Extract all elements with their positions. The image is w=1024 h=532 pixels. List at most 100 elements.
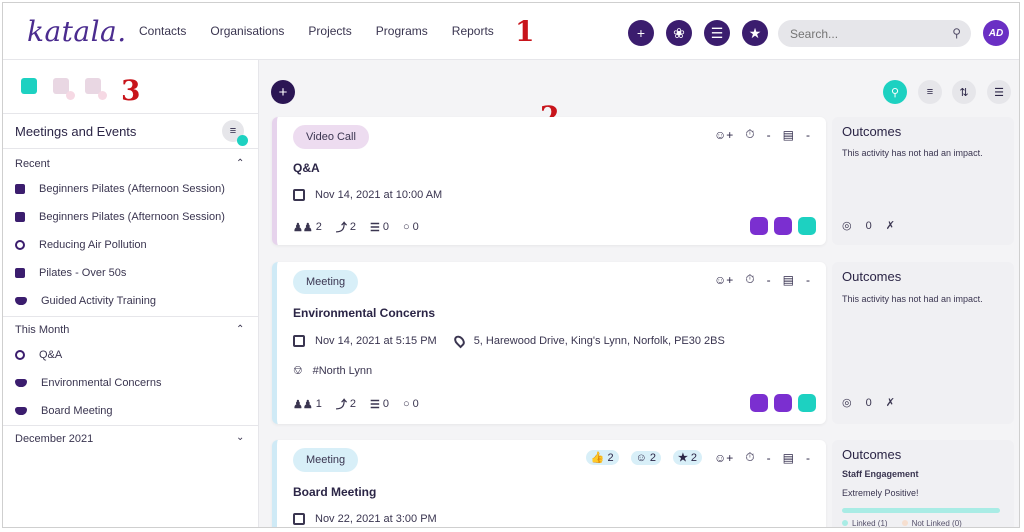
outcomes-panel: Outcomes Staff Engagement Extremely Posi… bbox=[832, 440, 1014, 527]
filter-active-indicator bbox=[237, 135, 248, 146]
contact-card-icon[interactable] bbox=[53, 78, 75, 100]
cost-card-icon[interactable]: ▤ bbox=[783, 273, 794, 287]
chevron-down-icon[interactable]: ⌄ bbox=[236, 432, 244, 443]
people-icon: ♟♟ bbox=[293, 221, 313, 234]
sidebar-item-pilates-over-50s[interactable]: Pilates - Over 50s bbox=[15, 267, 126, 279]
add-activity-button[interactable]: + bbox=[271, 80, 295, 104]
nav-organisations[interactable]: Organisations bbox=[210, 24, 284, 38]
tasks-stat[interactable]: ☰ 0 bbox=[370, 221, 389, 234]
share-icon: ⤴ bbox=[335, 399, 347, 411]
activity-title[interactable]: Environmental Concerns bbox=[293, 306, 435, 320]
shares-stat[interactable]: ⤴ 2 bbox=[336, 219, 356, 235]
add-reaction-icon[interactable]: ☺+ bbox=[714, 273, 733, 287]
activity-type-pill: Video Call bbox=[293, 125, 369, 149]
sidebar-title: Meetings and Events bbox=[15, 124, 137, 139]
party-icon: ★ bbox=[678, 452, 688, 464]
avatar[interactable]: AD bbox=[983, 20, 1009, 46]
section-recent[interactable]: Recent bbox=[15, 158, 50, 170]
comment-icon: ○ bbox=[402, 221, 410, 233]
sidebar-item-board-meeting[interactable]: Board Meeting bbox=[15, 405, 113, 417]
activity-title[interactable]: Board Meeting bbox=[293, 485, 376, 499]
calendar-icon[interactable] bbox=[21, 78, 37, 94]
linked-item-icon[interactable] bbox=[750, 217, 768, 235]
search-toggle-button[interactable]: ⚲ bbox=[883, 80, 907, 104]
activity-location[interactable]: 5, Harewood Drive, King's Lynn, Norfolk,… bbox=[474, 335, 725, 347]
sidebar-item-guided-activity-training[interactable]: Guided Activity Training bbox=[15, 295, 156, 307]
cost-card-icon[interactable]: ▤ bbox=[783, 451, 794, 465]
cost-card-icon[interactable]: ▤ bbox=[783, 128, 794, 142]
activity-card[interactable]: Meeting 👍 2 ☺ 2 ★ 2 ☺+ ⏱ - ▤ - Board Meeting … bbox=[272, 440, 826, 527]
add-button[interactable]: + bbox=[628, 20, 654, 46]
linked-item-icon[interactable] bbox=[774, 217, 792, 235]
sidebar-item-beginners-pilates-1[interactable]: Beginners Pilates (Afternoon Session) bbox=[15, 183, 225, 195]
legend-linked: Linked (1) bbox=[842, 519, 888, 527]
calendar-icon bbox=[15, 212, 25, 222]
duration-value: - bbox=[766, 450, 771, 465]
activity-title[interactable]: Q&A bbox=[293, 161, 320, 175]
target-icon[interactable]: ◎ bbox=[842, 396, 852, 409]
comments-stat[interactable]: ○ 0 bbox=[403, 398, 419, 410]
tasks-stat[interactable]: ☰ 0 bbox=[370, 398, 389, 411]
reaction-smile[interactable]: ☺ 2 bbox=[630, 450, 662, 465]
comments-stat[interactable]: ○ 0 bbox=[403, 221, 419, 233]
nav-projects[interactable]: Projects bbox=[308, 24, 351, 38]
tag-icon: ⎊ bbox=[293, 363, 303, 377]
alert-icon[interactable] bbox=[85, 78, 107, 100]
activity-tags-row: ⎊ #North Lynn bbox=[293, 363, 372, 378]
chevron-up-icon[interactable]: ⌃ bbox=[236, 324, 244, 335]
sort-button[interactable]: ⇅ bbox=[952, 80, 976, 104]
chevron-up-icon[interactable]: ⌃ bbox=[236, 158, 244, 169]
sidebar-item-reducing-air-pollution[interactable]: Reducing Air Pollution bbox=[15, 239, 147, 251]
linked-item-icon[interactable] bbox=[798, 394, 816, 412]
linked-item-icon[interactable] bbox=[798, 217, 816, 235]
outcome-legend: Linked (1) Not Linked (0) bbox=[842, 519, 962, 527]
filter-button[interactable]: ≡ bbox=[918, 80, 942, 104]
tasks-button[interactable]: ☰ bbox=[704, 20, 730, 46]
unlink-icon[interactable]: ✗ bbox=[886, 396, 895, 409]
reaction-thumbs-up[interactable]: 👍 2 bbox=[585, 450, 619, 465]
filter-button[interactable]: ≡ bbox=[222, 120, 248, 146]
linked-item-icon[interactable] bbox=[750, 394, 768, 412]
sidebar-item-qa[interactable]: Q&A bbox=[15, 349, 62, 361]
add-reaction-icon[interactable]: ☺+ bbox=[714, 128, 733, 142]
section-this-month[interactable]: This Month bbox=[15, 324, 69, 336]
activity-card[interactable]: Video Call ☺+ ⏱ - ▤ - Q&A Nov 14, 2021 at … bbox=[272, 117, 826, 245]
sidebar-item-environmental-concerns[interactable]: Environmental Concerns bbox=[15, 377, 161, 389]
nav-reports[interactable]: Reports bbox=[452, 24, 494, 38]
activity-card[interactable]: Meeting ☺+ ⏱ - ▤ - Environmental Concerns … bbox=[272, 262, 826, 424]
target-icon[interactable]: ◎ bbox=[842, 219, 852, 232]
linked-item-icon[interactable] bbox=[774, 394, 792, 412]
participants-stat[interactable]: ♟♟ 1 bbox=[293, 398, 322, 411]
activity-date-row: Nov 14, 2021 at 5:15 PM 5, Harewood Driv… bbox=[293, 333, 725, 349]
section-december-2021[interactable]: December 2021 bbox=[15, 433, 93, 445]
timer-icon[interactable]: ⏱ bbox=[745, 127, 754, 142]
sidebar-item-label: Board Meeting bbox=[41, 405, 113, 417]
activity-date-row: Nov 22, 2021 at 3:00 PM bbox=[293, 513, 437, 525]
search-input[interactable] bbox=[790, 26, 940, 41]
duration-value: - bbox=[766, 127, 771, 142]
sidebar-item-label: Pilates - Over 50s bbox=[39, 267, 127, 279]
cost-value: - bbox=[806, 127, 810, 142]
activity-tag[interactable]: #North Lynn bbox=[313, 365, 373, 377]
sidebar-item-beginners-pilates-2[interactable]: Beginners Pilates (Afternoon Session) bbox=[15, 211, 225, 223]
search-icon[interactable]: ⚲ bbox=[952, 26, 961, 40]
handshake-icon bbox=[15, 379, 27, 387]
favourites-button[interactable]: ★ bbox=[742, 20, 768, 46]
participants-stat[interactable]: ♟♟ 2 bbox=[293, 221, 322, 234]
comment-icon: ○ bbox=[402, 398, 410, 410]
nav-programs[interactable]: Programs bbox=[376, 24, 428, 38]
timer-icon[interactable]: ⏱ bbox=[745, 450, 754, 465]
plant-button[interactable]: ❀ bbox=[666, 20, 692, 46]
reaction-party[interactable]: ★ 2 bbox=[673, 450, 703, 465]
main-nav: Contacts Organisations Projects Programs… bbox=[139, 24, 494, 38]
nav-contacts[interactable]: Contacts bbox=[139, 24, 186, 38]
timer-icon[interactable]: ⏱ bbox=[745, 272, 754, 287]
add-reaction-icon[interactable]: ☺+ bbox=[714, 451, 733, 465]
unlink-icon[interactable]: ✗ bbox=[886, 219, 895, 232]
checklist-icon: ☰ bbox=[710, 24, 724, 41]
shares-stat[interactable]: ⤴ 2 bbox=[336, 396, 356, 412]
list-view-button[interactable]: ☰ bbox=[987, 80, 1011, 104]
linked-items bbox=[750, 394, 816, 412]
katala-logo[interactable]: katala. bbox=[27, 15, 127, 48]
search-box[interactable]: ⚲ bbox=[778, 20, 971, 47]
